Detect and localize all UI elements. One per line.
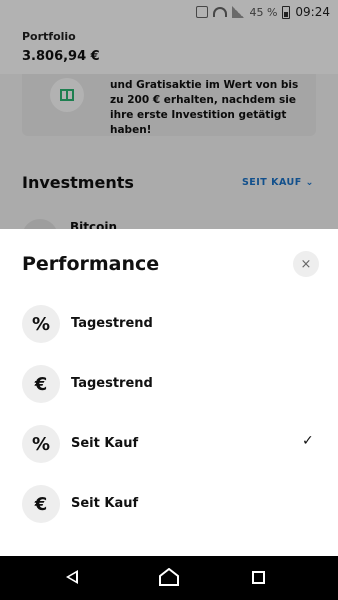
sheet-title: Performance — [22, 253, 160, 275]
close-button[interactable]: × — [293, 251, 319, 277]
recent-apps-icon[interactable] — [252, 571, 265, 584]
modal-overlay[interactable] — [0, 0, 338, 229]
checkmark-icon: ✓ — [302, 433, 314, 449]
home-icon[interactable] — [159, 568, 179, 586]
performance-sheet: Performance × % Tagestrend € Tagestrend … — [0, 229, 338, 556]
option-seitkauf-euro[interactable]: € Seit Kauf — [0, 479, 338, 529]
close-icon: × — [300, 256, 312, 272]
percent-icon: % — [22, 425, 60, 463]
option-tagestrend-percent[interactable]: % Tagestrend — [0, 299, 338, 349]
option-seitkauf-percent[interactable]: % Seit Kauf ✓ — [0, 419, 338, 469]
percent-icon: % — [22, 305, 60, 343]
option-label: Tagestrend — [71, 316, 153, 331]
option-label: Seit Kauf — [71, 496, 139, 511]
euro-icon: € — [22, 365, 60, 403]
option-label: Tagestrend — [71, 376, 153, 391]
navigation-bar — [0, 556, 338, 600]
euro-icon: € — [22, 485, 60, 523]
option-label: Seit Kauf — [71, 436, 139, 451]
back-icon[interactable] — [66, 570, 78, 584]
option-tagestrend-euro[interactable]: € Tagestrend — [0, 359, 338, 409]
